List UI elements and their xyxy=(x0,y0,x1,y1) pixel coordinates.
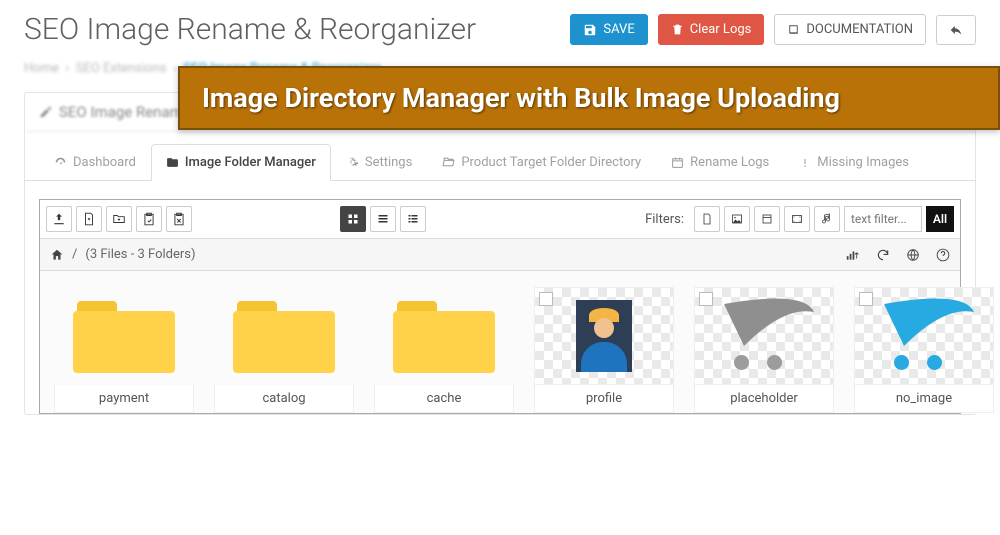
view-grid-button[interactable] xyxy=(340,206,366,232)
breadcrumb-path: / (3 Files - 3 Folders) xyxy=(40,239,960,271)
file-item[interactable]: profile xyxy=(534,287,674,413)
item-label: no_image xyxy=(854,385,994,413)
filter-audio-button[interactable] xyxy=(814,206,840,232)
folder-icon xyxy=(166,156,179,169)
filters-label: Filters: xyxy=(639,212,690,227)
folder-open-icon xyxy=(442,156,455,169)
warning-icon xyxy=(799,157,811,169)
tab-folder-label: Image Folder Manager xyxy=(185,155,316,170)
documentation-label: DOCUMENTATION xyxy=(806,22,913,37)
clipboard-cancel-button[interactable] xyxy=(166,206,192,232)
home-icon[interactable] xyxy=(50,248,64,262)
save-icon xyxy=(583,23,597,37)
tab-image-folder-manager[interactable]: Image Folder Manager xyxy=(151,144,331,181)
folder-item[interactable]: payment xyxy=(54,287,194,413)
tab-rename-logs[interactable]: Rename Logs xyxy=(656,144,784,181)
file-item[interactable]: placeholder xyxy=(694,287,834,413)
trash-icon xyxy=(671,23,684,36)
tab-settings-label: Settings xyxy=(365,155,412,170)
new-file-button[interactable] xyxy=(76,206,102,232)
documentation-button[interactable]: DOCUMENTATION xyxy=(774,14,926,45)
folder-icon xyxy=(229,295,339,377)
avatar-thumbnail xyxy=(576,300,632,372)
tab-target-folder[interactable]: Product Target Folder Directory xyxy=(427,144,656,181)
view-details-button[interactable] xyxy=(400,206,426,232)
help-button[interactable] xyxy=(936,248,950,262)
pencil-icon xyxy=(39,105,53,119)
tab-dashboard[interactable]: Dashboard xyxy=(39,144,151,181)
path-sep: / xyxy=(72,247,77,262)
book-icon xyxy=(787,23,800,36)
item-checkbox[interactable] xyxy=(539,292,553,306)
item-label: placeholder xyxy=(694,385,834,413)
back-button[interactable] xyxy=(936,15,976,45)
reply-icon xyxy=(949,23,963,37)
filter-image-button[interactable] xyxy=(724,206,750,232)
file-manager-toolbar: Filters: All xyxy=(40,200,960,239)
item-label: profile xyxy=(534,385,674,413)
filter-archive-button[interactable] xyxy=(754,206,780,232)
tab-missing-label: Missing Images xyxy=(817,155,909,170)
save-label: SAVE xyxy=(603,22,634,37)
filter-file-button[interactable] xyxy=(694,206,720,232)
item-label: payment xyxy=(54,385,194,413)
filter-video-button[interactable] xyxy=(784,206,810,232)
cart-blue-thumbnail xyxy=(868,300,980,372)
tab-missing-images[interactable]: Missing Images xyxy=(784,144,924,181)
file-item[interactable]: no_image xyxy=(854,287,994,413)
item-label: catalog xyxy=(214,385,354,413)
breadcrumb-home[interactable]: Home xyxy=(24,61,59,76)
folder-icon xyxy=(389,295,499,377)
file-manager: Filters: All / (3 Files - 3 Folders) xyxy=(39,199,961,414)
tab-rename-label: Rename Logs xyxy=(690,155,769,170)
file-grid: payment catalog cache profile xyxy=(40,271,960,413)
filter-text-input[interactable] xyxy=(844,206,922,232)
sort-button[interactable] xyxy=(844,248,860,262)
view-list-button[interactable] xyxy=(370,206,396,232)
calendar-icon xyxy=(671,156,684,169)
path-summary: (3 Files - 3 Folders) xyxy=(85,247,195,262)
folder-item[interactable]: catalog xyxy=(214,287,354,413)
upload-button[interactable] xyxy=(46,206,72,232)
item-label: cache xyxy=(374,385,514,413)
cogs-icon xyxy=(346,156,359,169)
tab-settings[interactable]: Settings xyxy=(331,144,427,181)
main-panel: SEO Image Rename & Reorganizer Dashboard… xyxy=(24,92,976,415)
tab-dashboard-label: Dashboard xyxy=(73,155,136,170)
dashboard-icon xyxy=(54,156,67,169)
save-button[interactable]: SAVE xyxy=(570,14,647,45)
promo-banner: Image Directory Manager with Bulk Image … xyxy=(178,66,1000,130)
globe-button[interactable] xyxy=(906,248,920,262)
clear-logs-button[interactable]: Clear Logs xyxy=(658,14,765,45)
folder-icon xyxy=(69,295,179,377)
refresh-button[interactable] xyxy=(876,248,890,262)
filter-all-button[interactable]: All xyxy=(926,206,954,232)
breadcrumb-ext[interactable]: SEO Extensions xyxy=(76,61,167,76)
paste-button[interactable] xyxy=(136,206,162,232)
tab-target-label: Product Target Folder Directory xyxy=(461,155,641,170)
new-folder-button[interactable] xyxy=(106,206,132,232)
clear-logs-label: Clear Logs xyxy=(690,22,752,37)
cart-grey-thumbnail xyxy=(708,300,820,372)
folder-item[interactable]: cache xyxy=(374,287,514,413)
page-title: SEO Image Rename & Reorganizer xyxy=(24,12,560,47)
tab-bar: Dashboard Image Folder Manager Settings … xyxy=(25,144,975,181)
